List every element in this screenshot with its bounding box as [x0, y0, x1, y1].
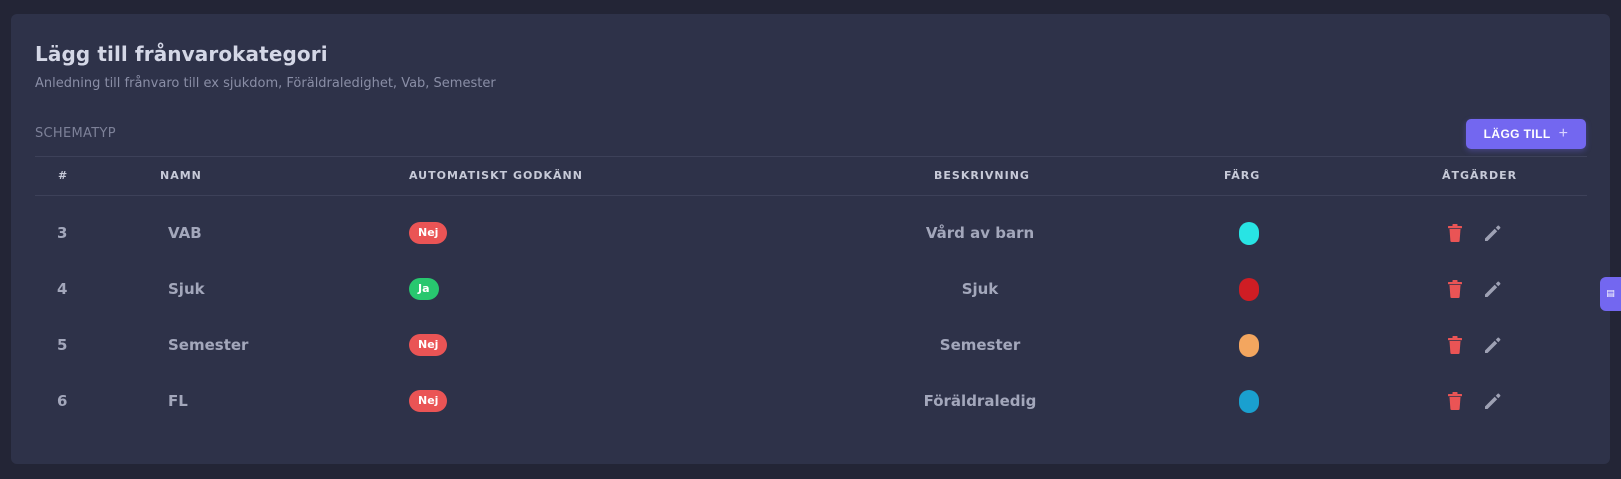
row-name: Sjuk [168, 280, 205, 298]
table-body: 3 VAB Nej Vård av barn 4 Sjuk Ja Sjuk 5 … [35, 205, 1587, 429]
color-swatch [1239, 333, 1259, 357]
row-id: 6 [57, 392, 68, 410]
row-name: Semester [168, 336, 249, 354]
table-header: # NAMN AUTOMATISKT GODKÄNN BESKRIVNING F… [35, 156, 1587, 196]
auto-approve-badge: Nej [409, 390, 448, 412]
row-actions [1444, 317, 1504, 373]
trash-icon [1448, 336, 1462, 354]
row-auto-approve: Nej [409, 317, 448, 373]
table-row: 6 FL Nej Föräldraledig [35, 373, 1587, 429]
pencil-icon [1485, 337, 1501, 353]
row-description: Semester [939, 336, 1021, 354]
row-auto-approve: Nej [409, 205, 448, 261]
auto-approve-badge: Nej [409, 222, 448, 244]
absence-category-card: Lägg till frånvarokategori Anledning til… [11, 14, 1610, 464]
row-description: Sjuk [961, 280, 999, 298]
column-header-actions: ÅTGÄRDER [1442, 169, 1518, 182]
row-auto-approve: Nej [409, 373, 448, 429]
card-title: Lägg till frånvarokategori [35, 42, 328, 66]
column-header-description: BESKRIVNING [934, 169, 1030, 182]
column-header-auto-approve: AUTOMATISKT GODKÄNN [409, 169, 583, 182]
edit-button[interactable] [1482, 390, 1504, 412]
row-id: 4 [57, 280, 68, 298]
table-row: 4 Sjuk Ja Sjuk [35, 261, 1587, 317]
row-color [1239, 373, 1259, 429]
add-button-label: LÄGG TILL [1483, 127, 1551, 141]
auto-approve-badge: Ja [409, 278, 439, 300]
trash-icon [1448, 392, 1462, 410]
row-color [1239, 317, 1259, 373]
row-actions [1444, 205, 1504, 261]
color-swatch [1239, 389, 1259, 413]
column-header-id: # [58, 169, 69, 182]
edit-button[interactable] [1482, 222, 1504, 244]
table-row: 3 VAB Nej Vård av barn [35, 205, 1587, 261]
settings-tab-icon: ▤ [1606, 289, 1615, 299]
row-id: 3 [57, 224, 68, 242]
row-description: Vård av barn [925, 224, 1035, 242]
row-color [1239, 205, 1259, 261]
row-actions [1444, 373, 1504, 429]
plus-icon: + [1558, 125, 1569, 142]
row-auto-approve: Ja [409, 261, 439, 317]
pencil-icon [1485, 225, 1501, 241]
card-subtitle: Anledning till frånvaro till ex sjukdom,… [35, 76, 496, 91]
column-header-name: NAMN [160, 169, 202, 182]
pencil-icon [1485, 281, 1501, 297]
row-description: Föräldraledig [923, 392, 1037, 410]
add-button[interactable]: LÄGG TILL + [1466, 119, 1586, 149]
row-id: 5 [57, 336, 68, 354]
delete-button[interactable] [1444, 278, 1466, 300]
row-name: VAB [168, 224, 202, 242]
pencil-icon [1485, 393, 1501, 409]
trash-icon [1448, 280, 1462, 298]
row-actions [1444, 261, 1504, 317]
auto-approve-badge: Nej [409, 334, 448, 356]
table-row: 5 Semester Nej Semester [35, 317, 1587, 373]
edit-button[interactable] [1482, 278, 1504, 300]
column-header-color: FÄRG [1224, 169, 1261, 182]
color-swatch [1239, 277, 1259, 301]
edit-button[interactable] [1482, 334, 1504, 356]
row-color [1239, 261, 1259, 317]
color-swatch [1239, 221, 1259, 245]
trash-icon [1448, 224, 1462, 242]
section-label: SCHEMATYP [35, 126, 116, 141]
side-settings-tab[interactable]: ▤ [1600, 277, 1621, 311]
category-table: # NAMN AUTOMATISKT GODKÄNN BESKRIVNING F… [35, 156, 1587, 429]
delete-button[interactable] [1444, 222, 1466, 244]
row-name: FL [168, 392, 188, 410]
delete-button[interactable] [1444, 390, 1466, 412]
delete-button[interactable] [1444, 334, 1466, 356]
